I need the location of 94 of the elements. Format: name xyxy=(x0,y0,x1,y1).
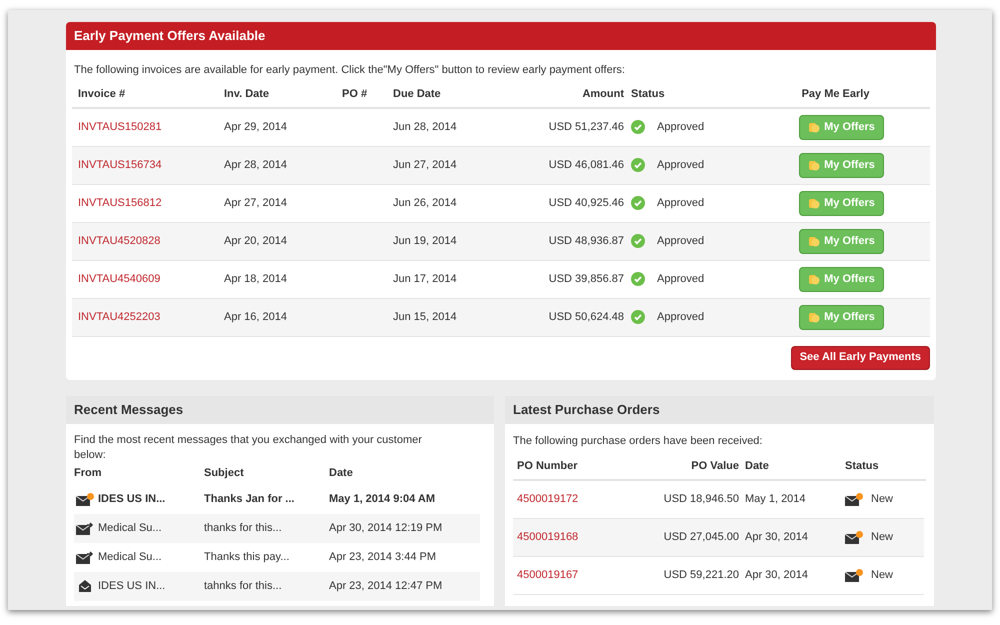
table-cell: Apr 30, 2014 xyxy=(745,569,808,582)
coins-icon xyxy=(808,311,820,323)
table-cell: Apr 20, 2014 xyxy=(224,234,287,247)
coins-icon xyxy=(808,273,820,285)
table-cell: Apr 16, 2014 xyxy=(224,310,287,323)
invoice-link[interactable]: INVTAU4252203 xyxy=(78,310,160,323)
column-header: PO Number xyxy=(516,458,579,474)
intro-text: Find the most recent messages that you exchanged with your customer below: xyxy=(74,432,423,462)
sender-name: Medical Su... xyxy=(98,520,162,536)
table-cell: Apr 27, 2014 xyxy=(224,196,287,209)
envelope-arrow-icon xyxy=(76,522,94,534)
table-cell: Jun 15, 2014 xyxy=(393,310,457,323)
table-cell: Apr 28, 2014 xyxy=(224,158,287,171)
column-header: PO # xyxy=(341,87,368,102)
table-cell: Apr 29, 2014 xyxy=(224,120,287,133)
column-header: Amount xyxy=(581,87,625,102)
table-cell: Jun 26, 2014 xyxy=(393,196,457,209)
message-subject: Thanks this pay... xyxy=(204,550,290,563)
coins-icon xyxy=(808,159,820,171)
table-cell: Jun 19, 2014 xyxy=(393,234,457,247)
message-subject: Thanks Jan for ... xyxy=(204,492,294,505)
check-circle-icon xyxy=(631,158,645,172)
table-cell: USD 50,624.48 xyxy=(548,310,624,323)
status-text: New xyxy=(871,568,894,584)
check-circle-icon xyxy=(631,196,645,210)
invoice-link[interactable]: INVTAU4520828 xyxy=(78,234,160,247)
table-cell: Jun 17, 2014 xyxy=(393,272,457,285)
check-circle-icon xyxy=(631,310,645,324)
status-text: Approved xyxy=(657,272,704,287)
table-cell: May 1, 2014 xyxy=(745,493,806,506)
invoice-link[interactable]: INVTAUS156734 xyxy=(78,158,162,171)
table-cell: USD 48,936.87 xyxy=(548,234,624,247)
table-cell: USD 59,221.20 xyxy=(664,569,739,582)
sender-name: IDES US IN... xyxy=(98,578,166,594)
table-cell: USD 39,856.87 xyxy=(548,272,624,285)
column-header: Inv. Date xyxy=(223,87,270,102)
table-cell: USD 40,925.46 xyxy=(548,196,624,209)
see-all-early-payments-button[interactable]: See All Early Payments xyxy=(790,346,930,370)
coins-icon xyxy=(808,235,820,247)
panel-title: Latest Purchase Orders xyxy=(505,396,934,424)
column-header: Pay Me Early xyxy=(800,87,870,102)
table-cell: USD 46,081.46 xyxy=(548,158,624,171)
table-cell: Apr 18, 2014 xyxy=(224,272,287,285)
table-cell: USD 18,946.50 xyxy=(664,493,739,506)
column-header: PO Value xyxy=(691,458,739,474)
sender-name: Medical Su... xyxy=(98,550,162,565)
check-circle-icon xyxy=(631,272,645,286)
column-header: Date xyxy=(329,466,354,482)
column-header: Date xyxy=(744,458,770,474)
po-number-link[interactable]: 4500019172 xyxy=(517,493,578,506)
message-subject: tahnks for this... xyxy=(204,580,282,592)
status-text: New xyxy=(871,530,894,546)
message-date: Apr 23, 2014 12:47 PM xyxy=(329,580,442,592)
status-text: New xyxy=(871,492,894,508)
column-header: Invoice # xyxy=(77,87,126,102)
table-cell: USD 51,237.46 xyxy=(548,120,624,133)
column-header: From xyxy=(74,466,102,482)
po-number-link[interactable]: 4500019167 xyxy=(517,569,578,582)
intro-text: The following invoices are available for early payment. Click the"My Offers" button to review early payment offers: xyxy=(73,63,626,78)
po-number-link[interactable]: 4500019168 xyxy=(517,531,578,544)
invoice-link[interactable]: INVTAUS156812 xyxy=(78,196,162,209)
message-date: Apr 30, 2014 12:19 PM xyxy=(329,522,442,534)
status-text: Approved xyxy=(657,234,704,249)
intro-text: The following purchase orders have been received: xyxy=(513,434,764,448)
column-header: Due Date xyxy=(392,87,442,102)
sender-name: IDES US IN... xyxy=(98,492,166,507)
coins-icon xyxy=(808,197,820,209)
column-header: Subject xyxy=(204,466,245,482)
invoice-link[interactable]: INVTAUS150281 xyxy=(78,120,162,133)
panel-title: Early Payment Offers Available xyxy=(66,22,936,50)
table-cell: Jun 27, 2014 xyxy=(393,158,457,171)
coins-icon xyxy=(808,121,820,133)
invoice-link[interactable]: INVTAU4540609 xyxy=(78,272,160,285)
table-cell: Apr 30, 2014 xyxy=(745,531,808,544)
status-text: Approved xyxy=(657,120,704,135)
status-text: Approved xyxy=(657,310,704,325)
envelope-icon xyxy=(76,492,94,506)
check-circle-icon xyxy=(631,120,645,134)
column-header: Status xyxy=(845,458,880,474)
envelope-arrow-icon xyxy=(76,550,94,564)
message-subject: thanks for this... xyxy=(204,522,282,534)
table-cell: USD 27,045.00 xyxy=(664,531,739,544)
status-text: Approved xyxy=(657,196,704,211)
envelope-icon xyxy=(845,531,863,544)
envelope-icon xyxy=(845,569,863,582)
check-circle-icon xyxy=(631,234,645,248)
message-date: May 1, 2014 9:04 AM xyxy=(329,492,435,505)
panel-title: Recent Messages xyxy=(66,396,494,424)
message-date: Apr 23, 2014 3:44 PM xyxy=(329,550,436,563)
status-text: Approved xyxy=(657,158,704,173)
open-envelope-icon xyxy=(78,579,92,593)
table-cell: Jun 28, 2014 xyxy=(393,120,457,133)
column-header: Status xyxy=(631,87,666,102)
envelope-icon xyxy=(845,493,863,506)
